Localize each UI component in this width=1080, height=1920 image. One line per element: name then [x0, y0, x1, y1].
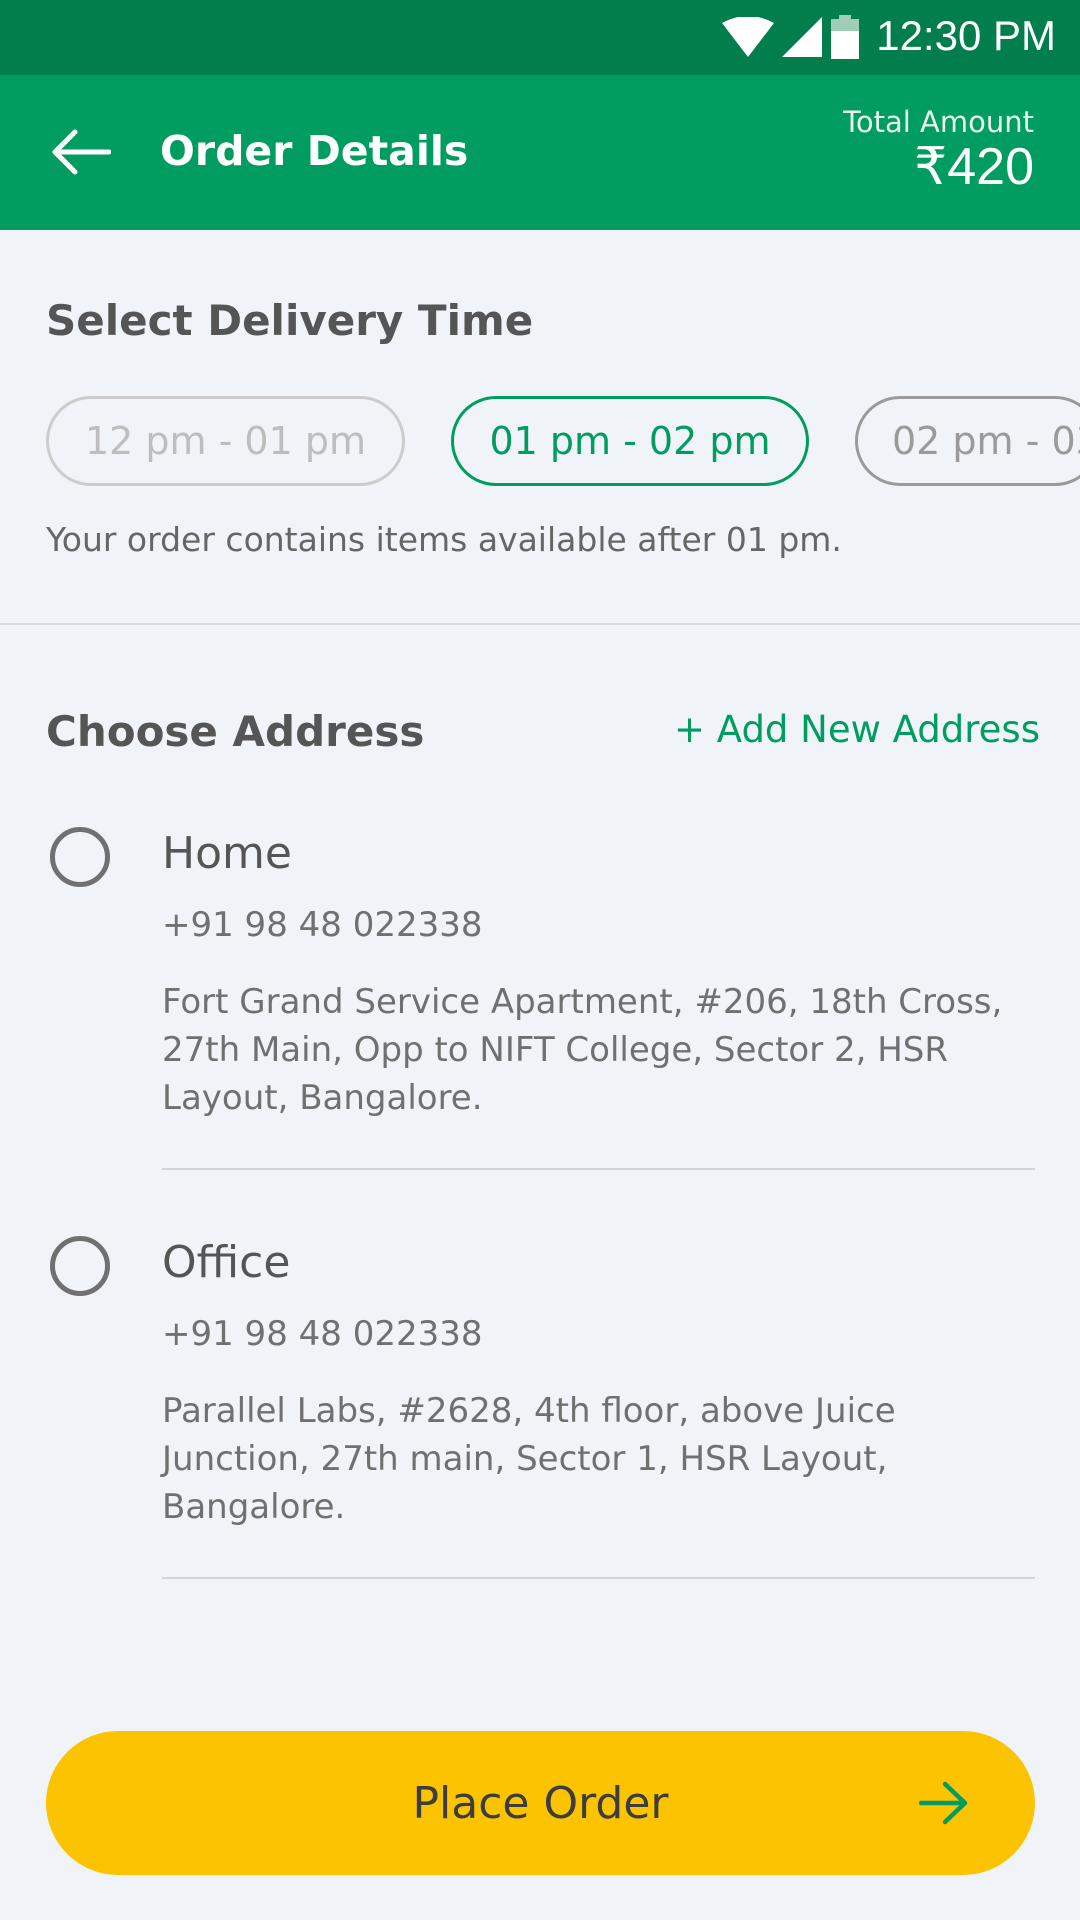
arrow-left-icon	[52, 129, 111, 175]
arrow-right-icon	[919, 1781, 968, 1825]
address-phone: +91 98 48 022338	[162, 1314, 483, 1354]
status-time: 12:30 PM	[876, 12, 1056, 59]
address-phone: +91 98 48 022338	[162, 905, 483, 945]
signal-icon	[782, 17, 822, 57]
battery-icon	[831, 15, 859, 59]
time-slot-12-01[interactable]: 12 pm - 01 pm	[46, 396, 405, 486]
radio-button[interactable]	[50, 1236, 110, 1296]
address-text: Fort Grand Service Apartment, #206, 18th…	[162, 982, 1003, 1118]
back-button[interactable]	[46, 121, 116, 183]
total-amount-label: Total Amount	[843, 105, 1034, 139]
address-divider	[162, 1577, 1035, 1579]
radio-button[interactable]	[50, 827, 110, 887]
add-new-address-link[interactable]: + Add New Address	[674, 708, 1040, 751]
address-divider	[162, 1168, 1035, 1170]
delivery-notice: Your order contains items available afte…	[46, 520, 842, 559]
time-slot-02-03[interactable]: 02 pm - 03 pm	[855, 396, 1080, 486]
address-name: Home	[162, 828, 292, 879]
total-amount-value: ₹420	[914, 138, 1034, 196]
page-title: Order Details	[160, 127, 469, 175]
wifi-icon	[722, 17, 774, 57]
address-section-title: Choose Address	[46, 707, 425, 756]
status-bar: 12:30 PM	[0, 0, 1080, 75]
app-bar: Order Details Total Amount ₹420	[0, 75, 1080, 230]
delivery-section-title: Select Delivery Time	[46, 296, 534, 345]
status-icons	[722, 15, 860, 59]
time-slot-01-02[interactable]: 01 pm - 02 pm	[451, 396, 809, 486]
address-text: Parallel Labs, #2628, 4th floor, above J…	[162, 1391, 896, 1527]
section-divider	[0, 623, 1080, 625]
place-order-button[interactable]: Place Order	[46, 1731, 1035, 1875]
address-name: Office	[162, 1237, 291, 1288]
place-order-label: Place Order	[412, 1777, 669, 1829]
